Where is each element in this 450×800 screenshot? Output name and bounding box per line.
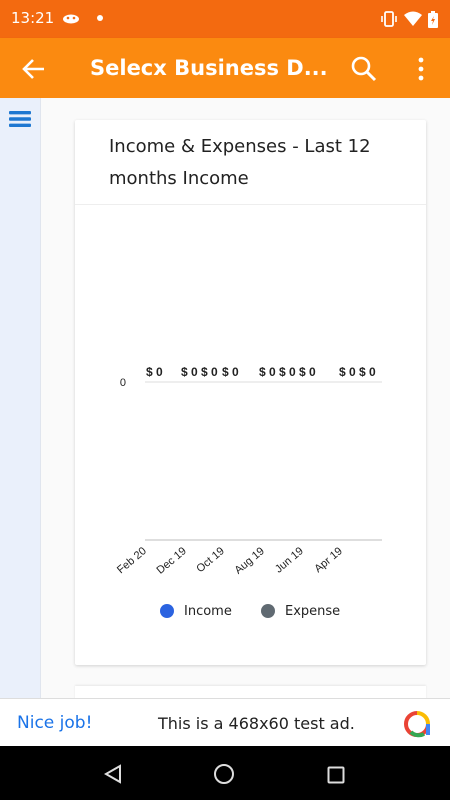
- x-tick-label: Aug 19: [232, 545, 266, 577]
- app-bar: Selecx Business D...: [0, 38, 450, 98]
- income-expense-chart: 0$ 0 $ 0 $ 0 $ 0 $ 0 $ 0 $ 0 $ 0 $ 0Feb 20 Dec 19…: [115, 365, 382, 619]
- status-time: 13:21: [11, 9, 55, 27]
- x-tick-label: Dec 19: [155, 545, 189, 577]
- nav-back-icon[interactable]: [103, 764, 123, 784]
- x-tick-label: Jun 19: [273, 545, 306, 575]
- card-title: Income & Expenses - Last 12 months Incom…: [109, 136, 371, 189]
- legend-marker-income: [160, 604, 174, 618]
- notification-dot-icon: [97, 15, 103, 21]
- x-tick-label: Feb 20: [115, 545, 149, 576]
- notification-icon: [63, 14, 79, 24]
- nav-home-icon[interactable]: [213, 763, 235, 785]
- search-icon[interactable]: [350, 55, 378, 83]
- x-tick-label: Apr 19: [312, 545, 345, 575]
- legend-label-income: Income: [184, 604, 232, 619]
- legend-marker-expense: [261, 604, 275, 618]
- status-icons: [380, 10, 438, 28]
- y-tick-label: 0: [120, 377, 126, 389]
- data-label: $ 0: [222, 365, 239, 379]
- more-vert-icon[interactable]: [414, 55, 428, 83]
- hamburger-menu-icon[interactable]: [9, 110, 31, 128]
- back-arrow-icon[interactable]: [20, 55, 48, 83]
- income-expenses-card: Income & Expenses - Last 12 months Incom…: [75, 120, 426, 665]
- data-label: $ 0: [181, 365, 198, 379]
- ad-text: This is a 468x60 test ad.: [158, 714, 355, 733]
- ad-banner[interactable]: Nice job! This is a 468x60 test ad.: [0, 698, 450, 746]
- status-bar: 13:21: [0, 0, 450, 38]
- ad-nice-label: Nice job!: [17, 713, 93, 733]
- data-label: $ 0: [339, 365, 356, 379]
- data-label: $ 0: [259, 365, 276, 379]
- data-label: $ 0: [279, 365, 296, 379]
- side-panel: [0, 98, 41, 698]
- legend-label-expense: Expense: [285, 604, 340, 619]
- vibrate-icon: [381, 11, 397, 27]
- data-label: $ 0: [359, 365, 376, 379]
- x-tick-label: Oct 19: [194, 545, 227, 575]
- ad-logo-icon: [404, 711, 430, 738]
- battery-icon: [428, 10, 438, 28]
- data-label: $ 0: [146, 365, 163, 379]
- data-label: $ 0: [299, 365, 316, 379]
- system-nav-bar: [0, 746, 450, 800]
- data-label: $ 0: [201, 365, 218, 379]
- nav-recent-apps-icon[interactable]: [327, 766, 345, 784]
- wifi-icon: [404, 11, 422, 26]
- app-title: Selecx Business D...: [90, 56, 328, 80]
